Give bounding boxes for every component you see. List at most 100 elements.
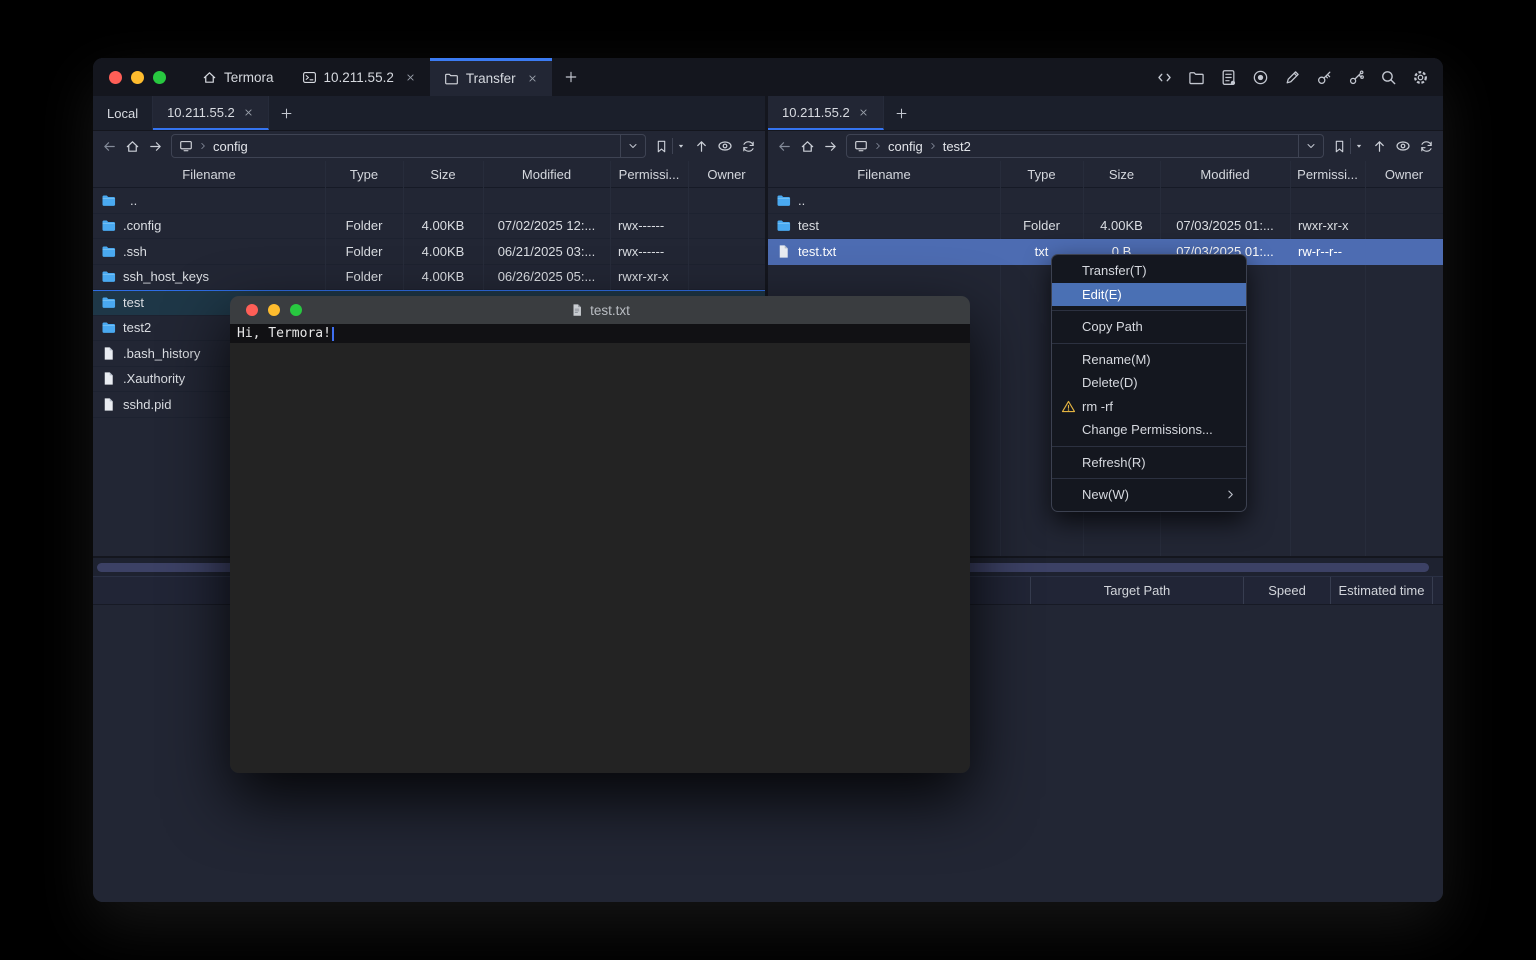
parent-dir-button[interactable]: [1372, 139, 1387, 154]
refresh-button[interactable]: [741, 139, 756, 154]
col-permissions[interactable]: Permissi...: [610, 167, 688, 182]
col-type[interactable]: Type: [325, 167, 403, 182]
home-button[interactable]: [800, 139, 815, 154]
editor-body[interactable]: Hi, Termora!: [230, 324, 970, 773]
type: Folder: [1000, 218, 1083, 233]
keychain-icon[interactable]: [1348, 69, 1365, 86]
path-breadcrumb[interactable]: config test2: [846, 134, 1324, 158]
size: 4.00KB: [403, 218, 483, 233]
path-dropdown-button[interactable]: [1298, 135, 1323, 157]
folder-icon: [101, 244, 116, 259]
code-icon[interactable]: [1156, 69, 1173, 86]
col-type[interactable]: Type: [1000, 167, 1083, 182]
zoom-window-button[interactable]: [153, 71, 166, 84]
search-icon[interactable]: [1380, 69, 1397, 86]
zoom-window-button[interactable]: [290, 304, 302, 316]
menu-item-copy-path[interactable]: Copy Path: [1052, 315, 1246, 339]
table-row[interactable]: .config Folder 4.00KB 07/02/2025 12:... …: [93, 214, 765, 240]
col-modified[interactable]: Modified: [1160, 167, 1290, 182]
col-owner[interactable]: Owner: [1365, 167, 1443, 182]
menu-item-rename[interactable]: Rename(M): [1052, 348, 1246, 372]
tab-host[interactable]: 10.211.55.2: [288, 58, 430, 96]
col-modified[interactable]: Modified: [483, 167, 610, 182]
home-button[interactable]: [125, 139, 140, 154]
close-window-button[interactable]: [246, 304, 258, 316]
show-hidden-button[interactable]: [1395, 138, 1411, 154]
folder-icon: [776, 193, 791, 208]
settings-icon[interactable]: [1412, 69, 1429, 86]
new-tab-button[interactable]: [552, 58, 590, 96]
menu-item-refresh[interactable]: Refresh(R): [1052, 451, 1246, 475]
close-icon[interactable]: [527, 73, 538, 84]
close-icon[interactable]: [243, 107, 254, 118]
tab-termora[interactable]: Termora: [188, 58, 288, 96]
table-row[interactable]: ..: [768, 188, 1443, 214]
back-button[interactable]: [102, 139, 117, 154]
table-row[interactable]: ..: [93, 188, 765, 214]
menu-item-rm-rf[interactable]: rm -rf: [1052, 395, 1246, 419]
forward-button[interactable]: [823, 139, 838, 154]
table-row[interactable]: test Folder 4.00KB 07/03/2025 01:... rwx…: [768, 214, 1443, 240]
col-owner[interactable]: Owner: [688, 167, 765, 182]
menu-item-new[interactable]: New(W): [1052, 483, 1246, 507]
menu-item-edit[interactable]: Edit(E): [1052, 283, 1246, 307]
close-window-button[interactable]: [109, 71, 122, 84]
editor-line[interactable]: Hi, Termora!: [230, 324, 970, 343]
show-hidden-button[interactable]: [717, 138, 733, 154]
col-size[interactable]: Size: [1083, 167, 1160, 182]
back-button[interactable]: [777, 139, 792, 154]
record-icon[interactable]: [1252, 69, 1269, 86]
col-speed[interactable]: Speed: [1243, 577, 1330, 604]
filename: .bash_history: [123, 346, 200, 361]
tab-remote-host[interactable]: 10.211.55.2: [153, 96, 269, 130]
forward-button[interactable]: [148, 139, 163, 154]
col-filename[interactable]: Filename: [93, 167, 325, 182]
path-dropdown-button[interactable]: [620, 135, 645, 157]
eye-icon: [1395, 138, 1411, 154]
path-breadcrumb[interactable]: config: [171, 134, 646, 158]
bookmark-icon: [1332, 139, 1347, 154]
log-icon[interactable]: [1220, 69, 1237, 86]
menu-separator: [1052, 478, 1246, 479]
caret-down-icon[interactable]: [1354, 141, 1364, 151]
col-estimated-time[interactable]: Estimated time: [1330, 577, 1432, 604]
tab-transfer[interactable]: Transfer: [430, 58, 552, 96]
caret-down-icon[interactable]: [676, 141, 686, 151]
col-target-path[interactable]: Target Path: [1030, 577, 1243, 604]
file-icon: [101, 371, 116, 386]
filename: .ssh: [123, 244, 147, 259]
menu-item-delete[interactable]: Delete(D): [1052, 371, 1246, 395]
filename: ssh_host_keys: [123, 269, 209, 284]
close-icon[interactable]: [405, 72, 416, 83]
permissions: rwxr-xr-x: [610, 269, 688, 284]
key-icon[interactable]: [1316, 69, 1333, 86]
bookmark-button[interactable]: [1332, 138, 1364, 154]
menu-item-transfer[interactable]: Transfer(T): [1052, 259, 1246, 283]
tab-remote-host[interactable]: 10.211.55.2: [768, 96, 884, 130]
bookmark-button[interactable]: [654, 138, 686, 154]
column-divider: [1365, 161, 1366, 556]
close-icon[interactable]: [858, 107, 869, 118]
refresh-button[interactable]: [1419, 139, 1434, 154]
left-pathbar: config: [93, 131, 765, 161]
path-segment[interactable]: config: [213, 139, 248, 154]
col-filename[interactable]: Filename: [768, 167, 1000, 182]
menu-item-change-permissions[interactable]: Change Permissions...: [1052, 418, 1246, 442]
editor-titlebar[interactable]: test.txt: [230, 296, 970, 324]
minimize-window-button[interactable]: [268, 304, 280, 316]
table-row[interactable]: .ssh Folder 4.00KB 06/21/2025 03:... rwx…: [93, 239, 765, 265]
tab-local[interactable]: Local: [93, 96, 153, 130]
folder-icon[interactable]: [1188, 69, 1205, 86]
type: Folder: [325, 218, 403, 233]
parent-dir-button[interactable]: [694, 139, 709, 154]
col-permissions[interactable]: Permissi...: [1290, 167, 1365, 182]
col-size[interactable]: Size: [403, 167, 483, 182]
new-pane-tab-button[interactable]: [884, 96, 919, 130]
path-segment[interactable]: test2: [943, 139, 971, 154]
minimize-window-button[interactable]: [131, 71, 144, 84]
new-pane-tab-button[interactable]: [269, 96, 304, 130]
edit-icon[interactable]: [1284, 69, 1301, 86]
path-segment[interactable]: config: [888, 139, 923, 154]
permissions: rwx------: [610, 218, 688, 233]
table-row[interactable]: ssh_host_keys Folder 4.00KB 06/26/2025 0…: [93, 265, 765, 291]
